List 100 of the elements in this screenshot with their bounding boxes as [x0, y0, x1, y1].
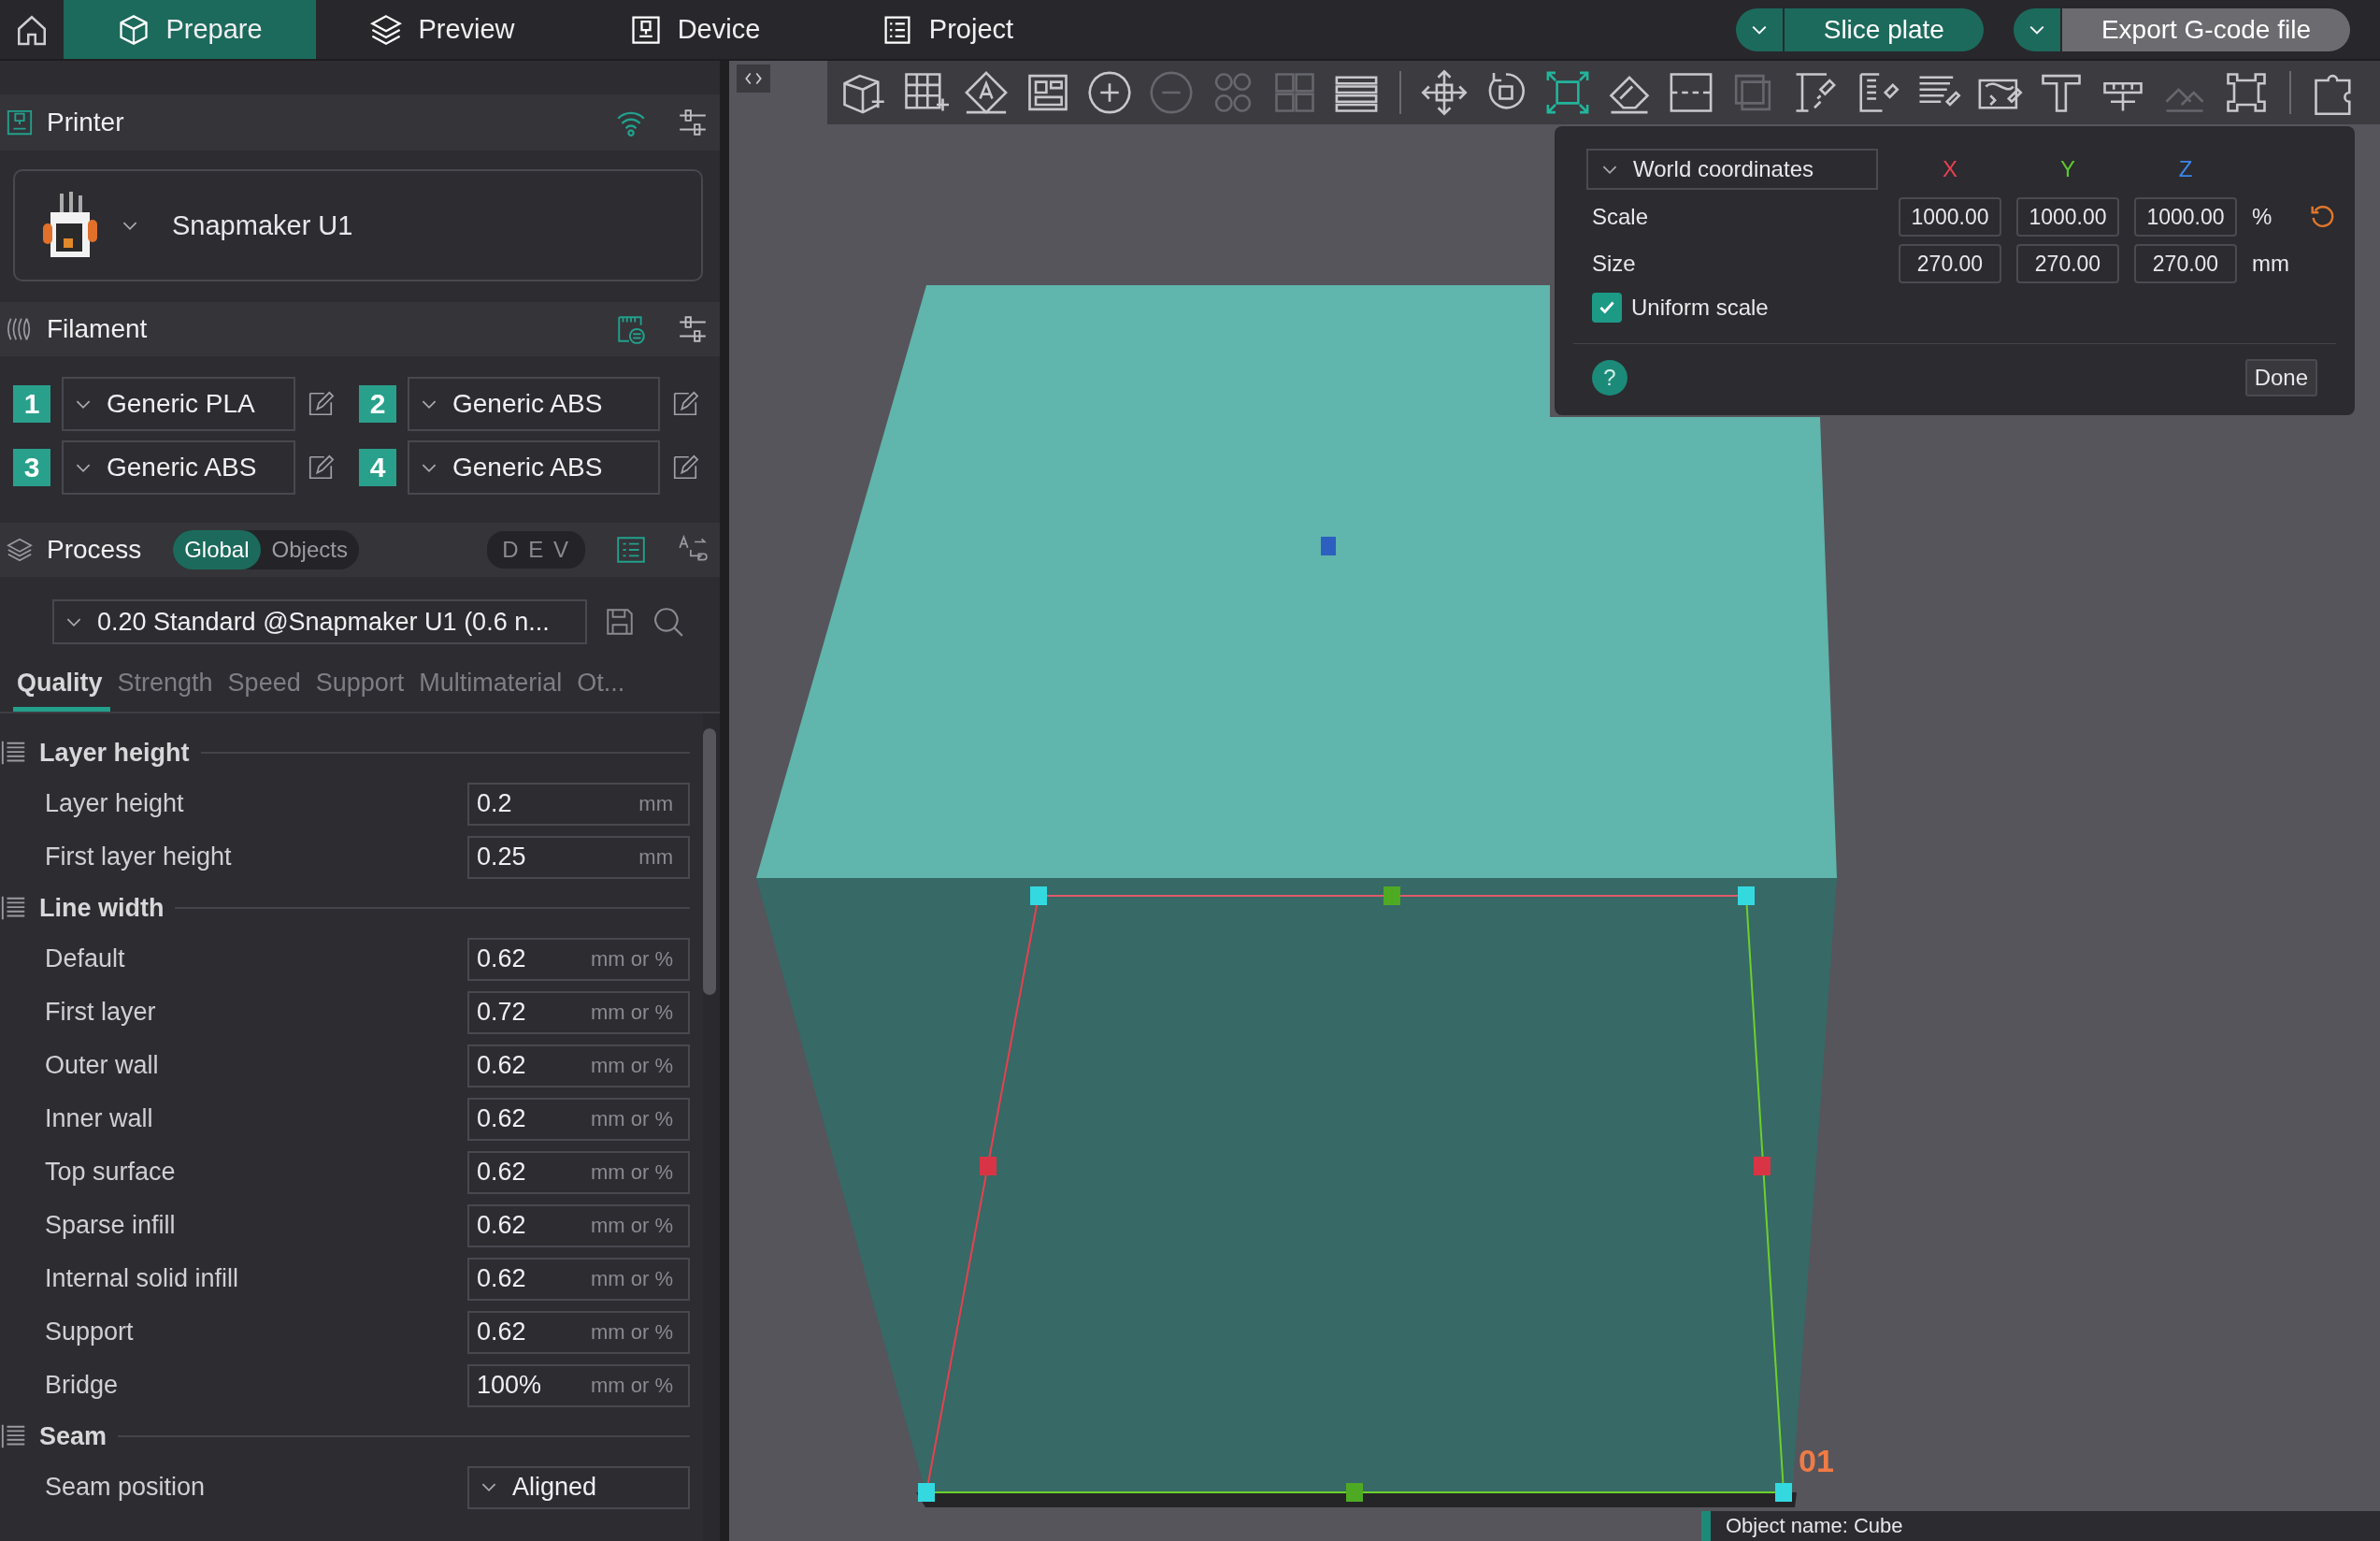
edit-icon[interactable] — [671, 454, 699, 482]
number-field[interactable]: 100% mm or % — [467, 1363, 690, 1407]
edit-icon[interactable] — [307, 390, 335, 418]
scope-option[interactable]: Global — [173, 530, 261, 569]
printer-card[interactable]: Snapmaker U1 — [13, 169, 703, 281]
filament-dropdown[interactable]: Generic ABS — [408, 377, 660, 431]
setting-label: Internal solid infill — [45, 1264, 240, 1293]
filament-dropdown[interactable]: Generic PLA — [62, 377, 295, 431]
setting-label: Seam position — [45, 1473, 207, 1502]
spool-icon[interactable] — [615, 313, 647, 345]
setting-label: Outer wall — [45, 1051, 160, 1080]
section-title: Process — [47, 535, 142, 565]
handle-icon[interactable] — [1030, 886, 1047, 905]
number-field[interactable]: 0.62 mm or % — [467, 1097, 690, 1141]
handle-icon[interactable] — [1384, 886, 1400, 905]
handle-icon[interactable] — [1738, 886, 1755, 905]
setting-label: Top surface — [45, 1158, 177, 1187]
settings-icon[interactable] — [677, 313, 709, 345]
collapse-button[interactable] — [737, 65, 770, 93]
chevron-icon — [2028, 23, 2045, 36]
scope-option[interactable]: Objects — [260, 530, 359, 569]
export-button[interactable]: Export G-code file — [2061, 7, 2350, 51]
edit-icon[interactable] — [671, 390, 699, 418]
coordinates-dropdown[interactable]: World coordinates — [1586, 149, 1878, 190]
number-field[interactable]: 0.62 mm or % — [467, 937, 690, 981]
setting-dropdown[interactable]: Aligned — [467, 1465, 690, 1509]
number-field[interactable]: 1000.00 — [2134, 197, 2237, 237]
list-icon[interactable] — [615, 534, 647, 566]
slot-number: 3 — [13, 449, 50, 486]
nav-tab[interactable]: Project — [821, 0, 1073, 59]
slot-number: 1 — [13, 385, 50, 423]
chevron-icon — [480, 1482, 497, 1492]
printer-icon — [6, 108, 34, 137]
filament-dropdown[interactable]: Generic ABS — [62, 440, 295, 495]
number-field[interactable]: 0.62 mm or % — [467, 1150, 690, 1194]
checkbox[interactable] — [1592, 293, 1622, 323]
chevron-icon — [75, 462, 92, 473]
number-field[interactable]: 1000.00 — [2016, 197, 2119, 237]
group-title: Line width — [39, 893, 165, 923]
slot-number: 4 — [359, 449, 396, 486]
handle-icon[interactable] — [1346, 1483, 1363, 1502]
printer-name: Snapmaker U1 — [172, 209, 353, 241]
field-label: Size — [1591, 251, 1637, 277]
handle-icon[interactable] — [1775, 1483, 1792, 1502]
section-title: Filament — [47, 314, 148, 344]
number-field[interactable]: 270.00 — [2016, 244, 2119, 283]
setting-label: Layer height — [45, 789, 185, 818]
slice-button[interactable]: Slice plate — [1784, 7, 1984, 51]
group-title: Layer height — [39, 738, 190, 768]
number-field[interactable]: 0.62 mm or % — [467, 1203, 690, 1247]
dropdown-button[interactable] — [2013, 7, 2060, 51]
setting-label: Bridge — [45, 1371, 120, 1400]
number-field[interactable]: 0.25 mm — [467, 835, 690, 879]
section-title: Printer — [47, 108, 124, 137]
chevron-icon — [421, 398, 437, 410]
setting-label: Sparse infill — [45, 1211, 177, 1240]
settings-tab[interactable]: Quality — [13, 661, 110, 712]
handle-icon[interactable] — [1754, 1157, 1771, 1175]
unit-label: mm — [2252, 251, 2290, 277]
save-icon[interactable] — [604, 606, 636, 638]
nav-tab[interactable]: Prepare — [64, 0, 316, 59]
edit-icon[interactable] — [307, 454, 335, 482]
setting-label: Support — [45, 1318, 135, 1347]
search-icon[interactable] — [652, 606, 684, 638]
chevron-icon — [1601, 164, 1618, 175]
nav-tab[interactable]: Preview — [316, 0, 568, 59]
number-field[interactable]: 1000.00 — [1899, 197, 2001, 237]
handle-icon[interactable] — [1321, 537, 1336, 555]
chevron-icon — [421, 462, 437, 473]
chevron-icon — [65, 616, 82, 627]
layers-icon — [6, 536, 34, 564]
axis-label: Z — [2177, 156, 2194, 182]
setting-label: First layer height — [45, 843, 233, 871]
number-field[interactable]: 0.62 mm or % — [467, 1310, 690, 1354]
field-label: Scale — [1591, 204, 1650, 230]
preview-tab-icon — [369, 12, 404, 47]
scrollbar[interactable] — [703, 728, 716, 995]
object-name: Object name: Cube — [1726, 1514, 1903, 1538]
chevron-icon — [1750, 23, 1768, 36]
nav-tab[interactable]: Device — [568, 0, 821, 59]
number-field[interactable]: 0.72 mm or % — [467, 990, 690, 1034]
preset-dropdown[interactable]: 0.20 Standard @Snapmaker U1 (0.6 n... — [52, 599, 587, 644]
filament-dropdown[interactable]: Generic ABS — [408, 440, 660, 495]
settings-icon[interactable] — [677, 107, 709, 138]
dropdown-button[interactable] — [1735, 7, 1783, 51]
mode-badge[interactable]: D E V — [487, 531, 585, 569]
setting-label: Inner wall — [45, 1104, 154, 1133]
move-icon[interactable] — [1420, 68, 1469, 117]
axis-label: Y — [2059, 156, 2076, 182]
setting-label: Default — [45, 944, 126, 973]
setting-label: First layer — [45, 998, 157, 1027]
number-field[interactable]: 0.62 mm or % — [467, 1044, 690, 1087]
handle-icon[interactable] — [980, 1157, 996, 1175]
number-field[interactable]: 270.00 — [1899, 244, 2001, 283]
done-button[interactable]: Done — [2244, 359, 2317, 396]
chevron-icon[interactable] — [122, 220, 138, 231]
number-field[interactable]: 0.62 mm or % — [467, 1257, 690, 1301]
number-field[interactable]: 0.2 mm — [467, 782, 690, 826]
handle-icon[interactable] — [918, 1483, 935, 1502]
number-field[interactable]: 270.00 — [2134, 244, 2237, 283]
